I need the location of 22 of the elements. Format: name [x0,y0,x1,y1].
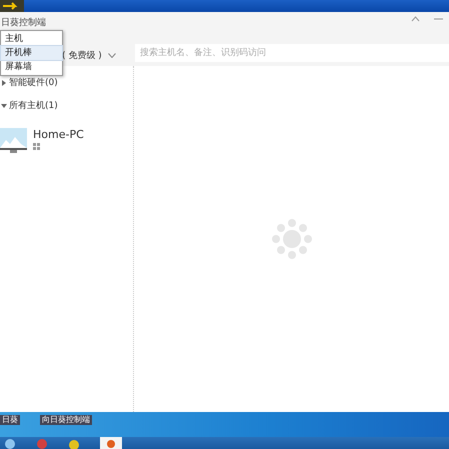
app-icon[interactable] [0,0,24,12]
minimize-icon[interactable] [434,16,443,22]
windows-icon [33,143,40,150]
window-title: 日葵控制端 [0,16,46,29]
caret-icon[interactable] [1,80,7,86]
start-icon[interactable] [4,438,16,448]
desktop-icon-label[interactable]: 日葵 [0,415,20,425]
group-item[interactable]: 所有主机(1) [0,99,133,112]
host-name[interactable]: Home-PC [33,128,84,141]
caret-icon[interactable] [1,102,7,108]
menu-item[interactable]: 主机 [1,32,62,46]
group-item[interactable]: 智能硬件(0) [0,76,133,89]
app-icon[interactable] [68,438,80,448]
search-field[interactable]: 搜索主机名、备注、识别码访问 [135,44,449,62]
collapse-icon[interactable] [411,16,420,22]
desktop-icon-label[interactable]: 向日葵控制端 [40,415,92,425]
menu-item[interactable]: 屏幕墙 [1,60,62,74]
app-icon[interactable] [100,437,122,449]
loading-spinner-icon [272,219,312,259]
menu-item[interactable]: 开机棒 [1,46,62,60]
chevron-down-icon[interactable] [108,52,116,58]
edition-label: ( 免费级 ) [62,50,102,62]
